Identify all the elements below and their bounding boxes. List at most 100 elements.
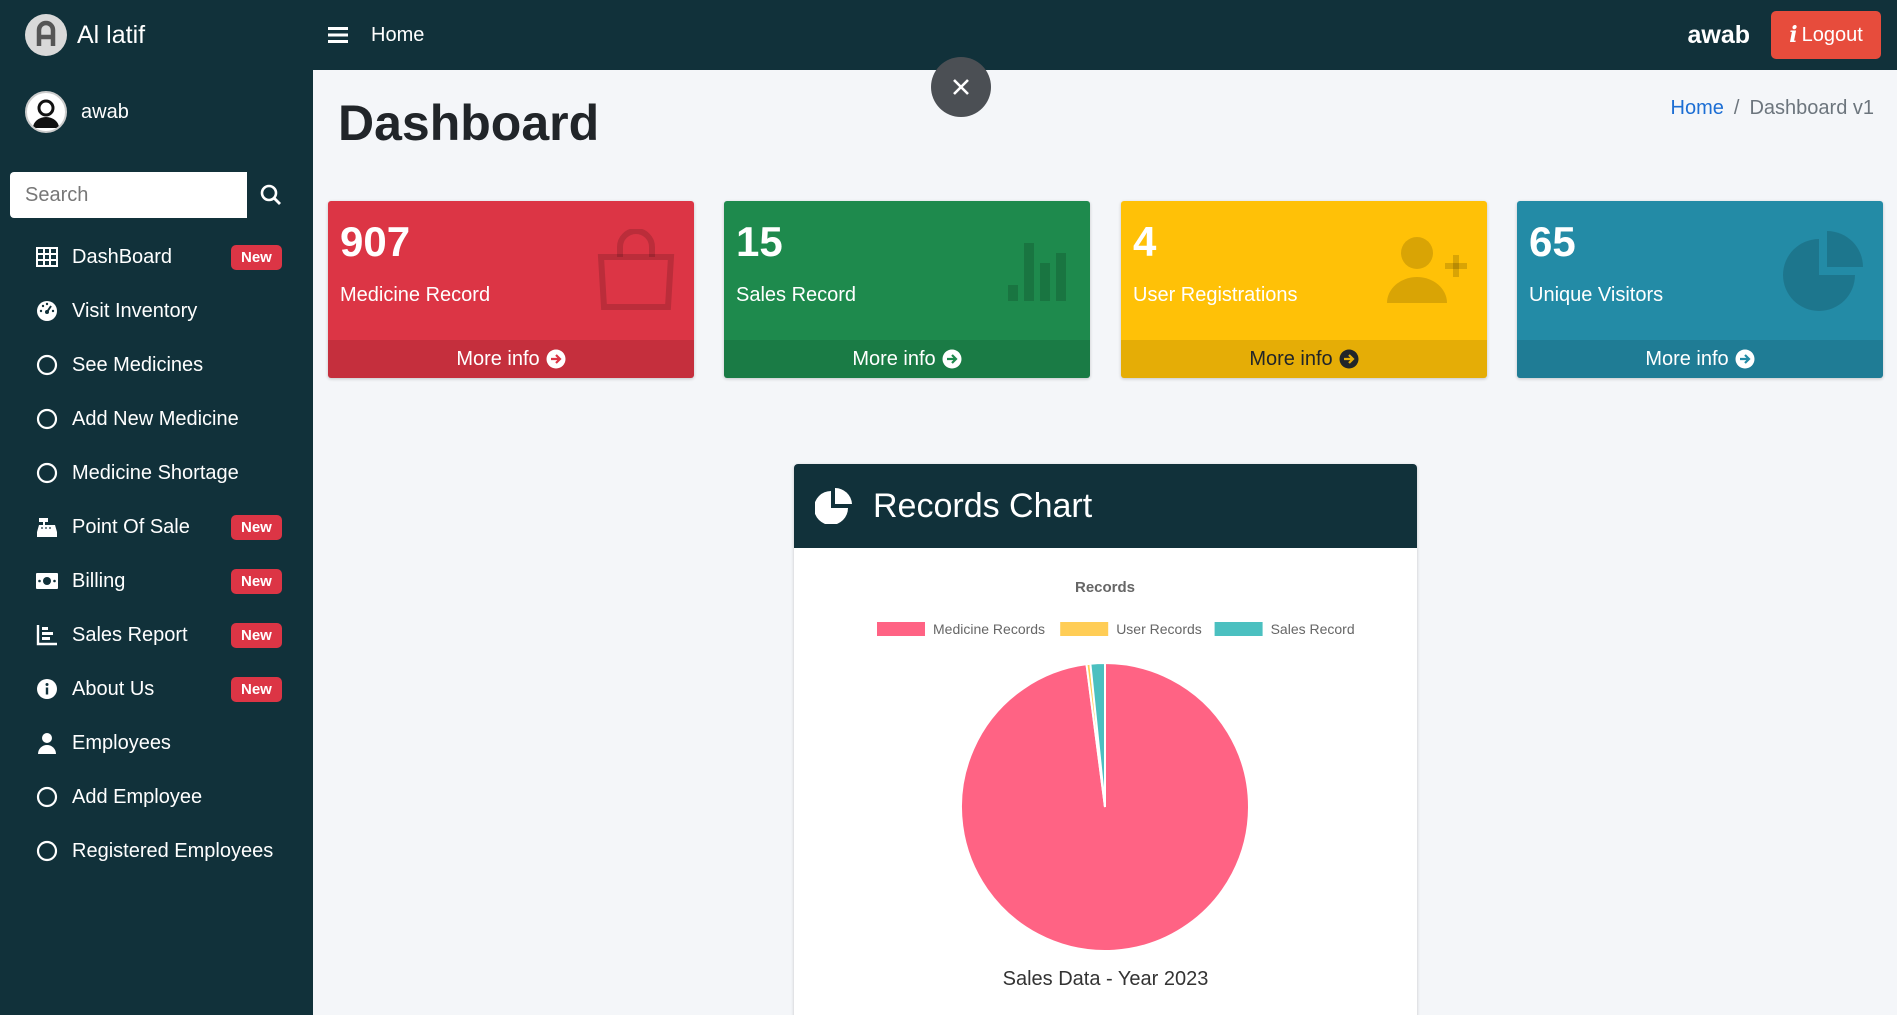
sidebar-item-sales-report[interactable]: Sales Report New xyxy=(0,608,313,662)
sidebar-item-add-employee[interactable]: Add Employee xyxy=(0,770,313,824)
breadcrumb-home-link[interactable]: Home xyxy=(1671,97,1724,119)
chart-title: Records xyxy=(1075,579,1135,596)
more-info-label: More info xyxy=(1645,347,1729,370)
arrow-circle-right-icon xyxy=(546,349,566,369)
logout-label: Logout xyxy=(1801,23,1863,46)
card-title: Records Chart xyxy=(873,486,1093,525)
sidebar-item-registered-employees[interactable]: Registered Employees xyxy=(0,824,313,878)
sidebar-item-label: Medicine Shortage xyxy=(72,461,239,484)
bar-chart-icon xyxy=(1008,243,1066,301)
legend-label[interactable]: Medicine Records xyxy=(933,621,1045,637)
sidebar-item-see-medicines[interactable]: See Medicines xyxy=(0,338,313,392)
search-button[interactable] xyxy=(247,172,295,218)
sidebar-item-employees[interactable]: Employees xyxy=(0,716,313,770)
stat-label: Unique Visitors xyxy=(1529,284,1664,306)
cash-register-icon xyxy=(34,514,60,540)
new-badge: New xyxy=(231,515,282,540)
card-header: Records Chart xyxy=(794,464,1417,548)
stat-box-medicine-record: 907 Medicine Record More info xyxy=(328,201,694,378)
legend-label[interactable]: Sales Record xyxy=(1271,621,1355,637)
circle-icon xyxy=(34,406,60,432)
sidebar-item-billing[interactable]: Billing New xyxy=(0,554,313,608)
new-badge: New xyxy=(231,245,282,270)
topnav-user-name: awab xyxy=(1687,20,1750,49)
circle-icon xyxy=(34,838,60,864)
pie-chart-icon xyxy=(1783,231,1863,311)
sidebar-item-label: Visit Inventory xyxy=(72,299,198,322)
legend-swatch[interactable] xyxy=(1214,622,1263,636)
breadcrumb-current: Dashboard v1 xyxy=(1749,97,1874,119)
more-info-link[interactable]: More info xyxy=(724,340,1090,378)
top-navbar: Home awab i Logout xyxy=(313,0,1897,70)
sidebar-item-label: Add Employee xyxy=(72,785,203,808)
stat-box-sales-record: 15 Sales Record More info xyxy=(724,201,1090,378)
search-input[interactable] xyxy=(10,172,247,218)
sidebar-nav: DashBoard New Visit Inventory See Medici… xyxy=(0,230,313,878)
stat-label: User Registrations xyxy=(1133,284,1298,306)
stat-label: Sales Record xyxy=(736,284,857,306)
arrow-circle-right-icon xyxy=(1735,349,1755,369)
menu-toggle-button[interactable] xyxy=(323,20,353,50)
new-badge: New xyxy=(231,623,282,648)
sidebar-item-about-us[interactable]: About Us New xyxy=(0,662,313,716)
user-plus-icon xyxy=(1387,237,1467,303)
legend-swatch[interactable] xyxy=(1060,622,1109,636)
breadcrumb-separator: / xyxy=(1733,97,1740,119)
sidebar-item-label: See Medicines xyxy=(72,353,204,376)
records-pie-chart: Records Medicine Records User Records Sale… xyxy=(877,579,1355,952)
close-icon xyxy=(953,79,969,95)
chart-caption: Sales Data - Year 2023 xyxy=(1002,968,1209,990)
info-i-icon: i xyxy=(1789,22,1798,48)
circle-icon xyxy=(34,352,60,378)
stat-value: 15 xyxy=(736,218,783,265)
more-info-label: More info xyxy=(1249,347,1333,370)
user-icon xyxy=(34,730,60,756)
pie-chart-icon xyxy=(815,488,852,524)
brand-link[interactable]: Al latif xyxy=(0,0,313,70)
logout-button[interactable]: i Logout xyxy=(1771,11,1881,59)
brand-logo-icon xyxy=(25,14,67,56)
legend-swatch[interactable] xyxy=(877,622,925,636)
more-info-link[interactable]: More info xyxy=(1517,340,1883,378)
arrow-circle-right-icon xyxy=(1339,349,1359,369)
shopping-bag-icon xyxy=(597,229,675,310)
grid-icon xyxy=(34,244,60,270)
sidebar-item-label: Billing xyxy=(72,569,126,592)
more-info-link[interactable]: More info xyxy=(328,340,694,378)
circle-icon xyxy=(34,460,60,486)
sidebar-item-label: Point Of Sale xyxy=(72,515,190,538)
stat-value: 65 xyxy=(1529,218,1576,265)
circle-icon xyxy=(34,784,60,810)
user-panel[interactable]: awab xyxy=(0,70,313,154)
more-info-link[interactable]: More info xyxy=(1121,340,1487,378)
chart-slices xyxy=(960,661,1250,952)
sidebar-item-label: Sales Report xyxy=(72,623,188,646)
money-bill-icon xyxy=(34,568,60,594)
arrow-circle-right-icon xyxy=(942,349,962,369)
sidebar-item-visit-inventory[interactable]: Visit Inventory xyxy=(0,284,313,338)
stat-value: 4 xyxy=(1133,218,1157,265)
sidebar-item-label: Add New Medicine xyxy=(72,407,239,430)
sidebar: Al latif awab DashBoard New Visit Invent… xyxy=(0,0,313,1015)
stat-box-unique-visitors: 65 Unique Visitors More info xyxy=(1517,201,1883,378)
breadcrumb: Home / Dashboard v1 xyxy=(1671,97,1874,120)
sidebar-item-dashboard[interactable]: DashBoard New xyxy=(0,230,313,284)
sidebar-item-label: Registered Employees xyxy=(72,839,274,862)
more-info-label: More info xyxy=(456,347,540,370)
nav-home-link[interactable]: Home xyxy=(371,24,424,47)
new-badge: New xyxy=(231,677,282,702)
search-icon xyxy=(260,184,281,205)
close-button[interactable] xyxy=(931,57,991,117)
gauge-icon xyxy=(34,298,60,324)
sidebar-item-label: Employees xyxy=(72,731,171,754)
page-title: Dashboard xyxy=(338,95,600,151)
records-chart-card: Records Chart Records Medicine Records Us… xyxy=(794,464,1417,1015)
legend-label[interactable]: User Records xyxy=(1116,621,1202,637)
brand-name: Al latif xyxy=(77,20,146,49)
sidebar-item-label: About Us xyxy=(72,677,155,700)
sidebar-item-add-new-medicine[interactable]: Add New Medicine xyxy=(0,392,313,446)
bar-chart-icon xyxy=(34,622,60,648)
sidebar-item-medicine-shortage[interactable]: Medicine Shortage xyxy=(0,446,313,500)
new-badge: New xyxy=(231,569,282,594)
sidebar-item-point-of-sale[interactable]: Point Of Sale New xyxy=(0,500,313,554)
